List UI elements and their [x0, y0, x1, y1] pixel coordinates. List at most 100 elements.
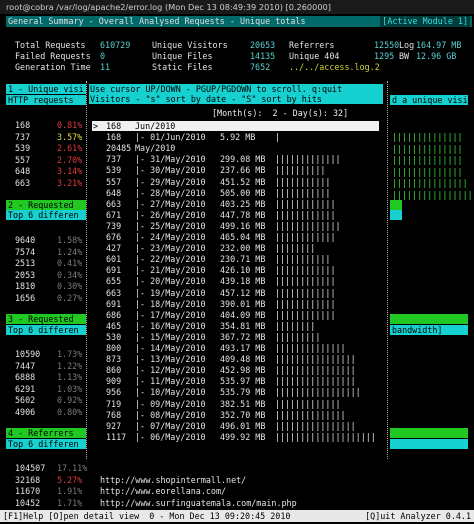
row-hits: 663: [106, 198, 122, 209]
row-hits: 671: [106, 209, 122, 220]
hit-percent: 0.81%: [57, 120, 83, 130]
row-bar: ||||||||||||||||: [275, 420, 356, 431]
hit-count: 9640: [15, 235, 36, 245]
row-hits: 739: [106, 220, 122, 231]
module-4-header[interactable]: 4 - Referrers: [6, 428, 86, 438]
summary-value: 610729: [100, 40, 131, 50]
row-bandwidth: 535.97 MB: [220, 376, 266, 387]
row-hits: 691: [106, 298, 122, 309]
row-bar: |||||||||||: [275, 254, 331, 265]
hit-count: 6291: [15, 383, 36, 394]
summary-label: Total Requests: [15, 40, 86, 50]
modal-help-scroll: Use cursor UP/DOWN - PGUP/PGDOWN to scro…: [90, 84, 343, 94]
summary-label: Static Files: [152, 62, 213, 72]
module-1-subheader: HTTP requests: [6, 95, 86, 105]
window-title: root@cobra /var/log/apache2/error.log (M…: [6, 2, 331, 12]
row-bar: |||||||||||: [275, 187, 331, 198]
row-marker: >: [93, 121, 99, 131]
summary-value: 12.96 GB: [416, 51, 457, 61]
row-hits: 655: [106, 276, 122, 287]
module-3-header[interactable]: 3 - Requested: [6, 314, 86, 324]
row-date: |- 20/May/2010: [135, 276, 206, 287]
active-module-indicator: [Active Module 1]: [380, 16, 470, 27]
hit-count: 737: [15, 131, 31, 142]
row-bandwidth: 499.92 MB: [220, 431, 266, 442]
row-date: |- 17/May/2010: [135, 309, 206, 320]
hit-percent: 1.58%: [57, 235, 83, 245]
summary-label: Log: [399, 40, 415, 50]
hit-count: 648: [15, 166, 31, 176]
hit-percent: 3.57%: [57, 131, 83, 142]
row-marker: [93, 165, 98, 175]
window-titlebar: root@cobra /var/log/apache2/error.log (M…: [0, 0, 474, 14]
hit-percent: 0.92%: [57, 395, 83, 405]
row-date: |- 14/May/2010: [135, 343, 206, 353]
row-marker: [93, 199, 98, 209]
row-bar: ||||||||||||||||: [275, 354, 356, 365]
row-hits: 168: [106, 132, 122, 143]
row-marker: [93, 210, 98, 220]
row-hits: 465: [106, 320, 122, 331]
row-marker: [93, 154, 98, 164]
hit-bar: ||||||||||||||: [392, 166, 463, 177]
hit-percent: 3.14%: [57, 166, 83, 176]
row-date: |- 30/May/2010: [135, 165, 206, 176]
summary-title: General Summary - Overall Analysed Reque…: [8, 16, 306, 26]
module-1-header[interactable]: 1 - Unique visi: [6, 84, 86, 94]
hit-count: 6888: [15, 372, 36, 382]
hit-count: 32168: [15, 474, 41, 485]
summary-value: 164.97 MB: [416, 40, 462, 50]
row-bar: ||||||||||||: [275, 198, 336, 209]
row-hits: 860: [106, 365, 122, 376]
summary-label: Unique Visitors: [152, 40, 228, 50]
module-4-header-right: [390, 428, 468, 438]
hit-count: 4906: [15, 406, 36, 417]
summary-label: BW: [399, 51, 410, 61]
row-marker: [93, 288, 98, 298]
hit-count: 663: [15, 177, 31, 188]
row-hits: 427: [106, 243, 122, 254]
module-4-subheader-right: [390, 439, 468, 449]
row-date: |- 15/May/2010: [135, 331, 206, 342]
hit-count: 557: [15, 154, 31, 165]
row-marker: [93, 221, 98, 231]
status-left: [F1]Help [O]pen detail view 0 - Mon Dec …: [3, 511, 291, 521]
row-date: |- 27/May/2010: [135, 198, 206, 209]
row-marker: [93, 387, 98, 397]
module-2-header[interactable]: 2 - Requested: [6, 200, 86, 210]
hit-percent: 0.34%: [57, 269, 83, 280]
referrer-url: http://www.surfinguatemala.com/main.php: [100, 497, 297, 508]
row-bandwidth: 237.66 MB: [220, 165, 266, 176]
row-bar: ||||||||||: [275, 165, 326, 176]
summary-label: ../../access.log.2: [289, 62, 380, 72]
row-bar: |||||||||: [275, 331, 321, 342]
row-hits: 737: [106, 154, 122, 165]
row-bar: ||||||||||||: [275, 209, 336, 220]
row-date: |- 22/May/2010: [135, 254, 206, 265]
row-date: |- 10/May/2010: [135, 387, 206, 398]
module-3-subtitle-right: bandwidth]: [392, 325, 443, 335]
module-4-subtitle: Top 6 differen: [8, 439, 79, 449]
row-bar: ||||||||||||: [275, 232, 336, 242]
row-date: |- 01/Jun/2010: [135, 132, 206, 143]
row-date: |- 06/May/2010: [135, 431, 206, 442]
row-marker: [93, 376, 98, 386]
row-marker: [93, 188, 98, 198]
row-marker: [93, 254, 98, 264]
row-hits: 691: [106, 265, 122, 276]
row-bar: ||||||||||||||: [275, 409, 346, 420]
row-marker: [93, 276, 98, 286]
row-date: |- 12/May/2010: [135, 365, 206, 376]
row-bandwidth: 230.71 MB: [220, 254, 266, 265]
hit-count: 5602: [15, 395, 36, 405]
hit-bar: |||||||||||||||: [392, 178, 468, 188]
row-marker: [93, 132, 98, 142]
row-marker: [93, 321, 98, 331]
hit-count: 7447: [15, 360, 36, 371]
row-bandwidth: 452.98 MB: [220, 365, 266, 376]
summary-value: 14135: [250, 51, 276, 61]
hit-count: 10590: [15, 349, 41, 359]
row-hits: 539: [106, 165, 122, 176]
row-date: |- 31/May/2010: [135, 154, 206, 165]
row-bandwidth: 299.08 MB: [220, 154, 266, 165]
